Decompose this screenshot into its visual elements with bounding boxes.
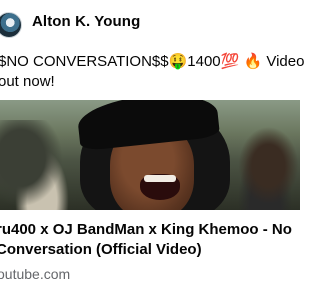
- author-avatar[interactable]: [0, 12, 22, 38]
- background-figures-left: [0, 120, 70, 210]
- video-thumbnail[interactable]: [0, 100, 300, 210]
- performer-teeth: [144, 175, 176, 182]
- author-name[interactable]: Alton K. Young: [32, 13, 140, 30]
- background-figures-right: [230, 125, 300, 210]
- link-preview-card[interactable]: ru400 x OJ BandMan x King Khemoo - No Co…: [0, 100, 300, 300]
- link-title[interactable]: ru400 x OJ BandMan x King Khemoo - No Co…: [0, 220, 308, 260]
- link-domain: outube.com: [0, 266, 71, 282]
- post-header: Alton K. Young: [0, 0, 300, 46]
- post-caption: $NO CONVERSATION$$🤑1400💯 🔥 Video out now…: [0, 53, 305, 90]
